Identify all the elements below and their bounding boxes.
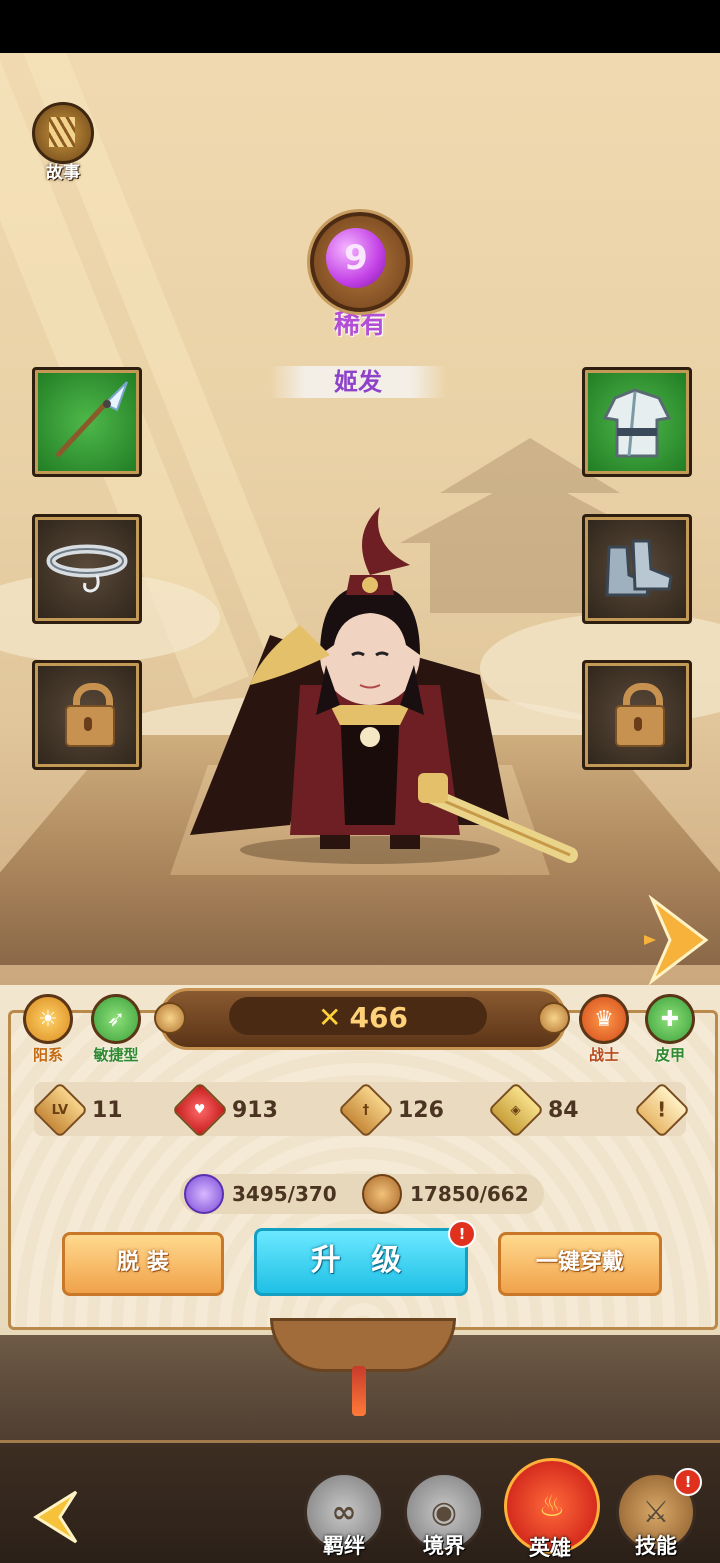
stat-value: 84: [548, 1097, 579, 1123]
stat-value: 913: [232, 1097, 278, 1123]
stat-value: 11: [92, 1097, 123, 1123]
status-bar: [0, 0, 720, 53]
equip-all-button[interactable]: 一键穿戴: [498, 1232, 662, 1296]
warrior-icon: ♛: [579, 994, 629, 1044]
resource-coin: 17850/662: [362, 1174, 529, 1214]
level-icon: LV: [31, 1081, 89, 1139]
level-badge-text: LV: [51, 1102, 69, 1118]
hero-character: [190, 507, 578, 864]
power-bar: ✕ 466: [160, 988, 566, 1050]
nav-label: 羁绊: [323, 1534, 365, 1558]
crossed-swords-icon: ✕: [318, 1001, 342, 1034]
boots-icon: [605, 539, 673, 597]
trait-warrior[interactable]: ♛ 战士: [578, 994, 630, 1065]
power-value: ✕ 466: [163, 1001, 563, 1034]
agility-icon: ➶: [91, 994, 141, 1044]
panel-pendant: [270, 1318, 456, 1372]
back-arrow-icon[interactable]: [30, 1488, 80, 1546]
upgrade-alert-badge: !: [448, 1220, 476, 1248]
lock-keyhole: [634, 717, 642, 731]
resource-value: 3495/370: [232, 1182, 337, 1206]
trait-label: 皮甲: [654, 1046, 685, 1064]
stat-value: 126: [398, 1097, 444, 1123]
trait-leather-armor[interactable]: ✚ 皮甲: [644, 994, 696, 1065]
tassel: [352, 1366, 366, 1416]
trait-agility[interactable]: ➶ 敏捷型: [88, 994, 144, 1065]
spear-icon: [55, 381, 128, 458]
boots-slot[interactable]: [582, 514, 692, 624]
ornament-icon: [538, 1002, 570, 1034]
attack-icon: †: [337, 1081, 395, 1139]
stat-health: ♥ 913: [171, 1081, 278, 1139]
nav-label: 英雄: [529, 1536, 571, 1560]
power-number: 466: [349, 1001, 408, 1034]
stat-defense: ◈ 84: [487, 1081, 579, 1139]
rare-gem-icon: 9: [326, 228, 386, 288]
ornament-icon: [154, 1002, 186, 1034]
nav-label: 技能: [635, 1534, 677, 1558]
hero-name: 姬发: [270, 366, 446, 398]
locked-slot-right[interactable]: [582, 660, 692, 770]
stat-level: LV 11: [31, 1081, 123, 1139]
health-icon: ♥: [171, 1081, 229, 1139]
trait-label: 阳系: [32, 1046, 63, 1064]
belt-slot[interactable]: [32, 514, 142, 624]
nav-bond[interactable]: ∞ 羁绊: [304, 1472, 384, 1560]
locked-slot-left[interactable]: [32, 660, 142, 770]
armor-icon: [602, 388, 672, 458]
trait-yang[interactable]: ☀ 阳系: [22, 994, 74, 1065]
leather-armor-icon: ✚: [645, 994, 695, 1044]
next-hero-arrow[interactable]: [644, 895, 710, 985]
trait-label: 敏捷型: [93, 1046, 139, 1064]
resource-spirit: 3495/370: [184, 1174, 337, 1214]
nav-realm[interactable]: ◉ 境界: [404, 1472, 484, 1560]
defense-icon: ◈: [487, 1081, 545, 1139]
rarity-ring: 9: [310, 212, 410, 312]
nav-label: 境界: [423, 1534, 465, 1558]
book-icon: [32, 102, 94, 164]
belt-icon: [46, 544, 128, 593]
upgrade-button[interactable]: 升 级: [254, 1228, 468, 1296]
info-icon: !: [633, 1081, 691, 1139]
resource-value: 17850/662: [410, 1182, 529, 1206]
skill-alert-badge: !: [674, 1468, 702, 1496]
unequip-button[interactable]: 脱 装: [62, 1232, 224, 1296]
copper-coin-icon: [362, 1174, 402, 1214]
story-button[interactable]: 故事: [32, 102, 94, 183]
nav-hero[interactable]: ♨ 英雄: [504, 1458, 600, 1562]
sun-icon: ☀: [23, 994, 73, 1044]
armor-slot[interactable]: [582, 367, 692, 477]
spirit-orb-icon: [184, 1174, 224, 1214]
lock-keyhole: [84, 717, 92, 731]
rarity-badge: 9 稀有: [302, 212, 418, 341]
weapon-slot[interactable]: [32, 367, 142, 477]
stat-attack: † 126: [337, 1081, 444, 1139]
trait-label: 战士: [588, 1046, 619, 1064]
stats-info-button[interactable]: !: [633, 1081, 694, 1139]
